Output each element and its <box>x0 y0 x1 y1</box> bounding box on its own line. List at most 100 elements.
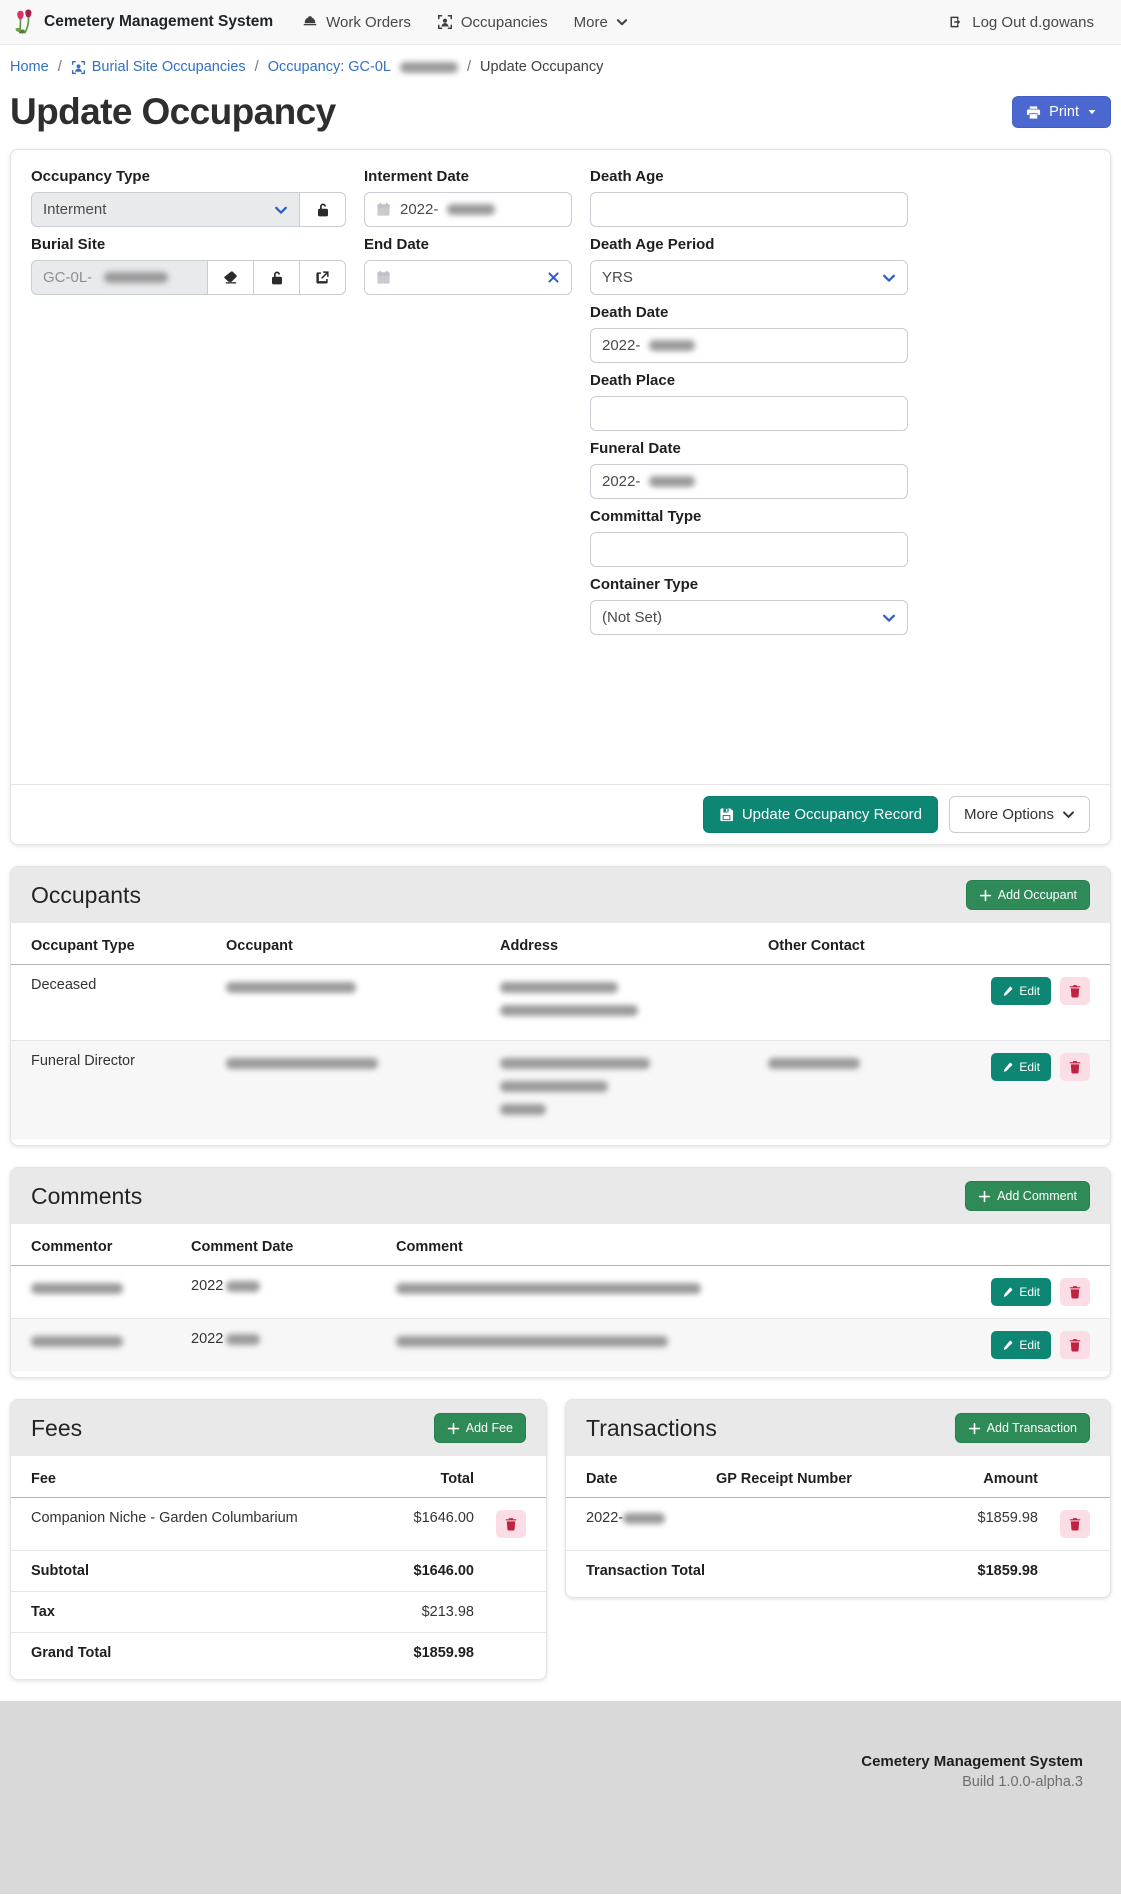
add-comment-button[interactable]: Add Comment <box>965 1181 1090 1211</box>
redacted-text <box>104 272 168 283</box>
commentor-cell <box>11 1266 181 1319</box>
fees-header: Fees Add Fee <box>11 1400 546 1456</box>
redacted-text <box>500 1058 650 1069</box>
burial-site-clear-button[interactable] <box>207 260 254 295</box>
transaction-receipt-cell <box>706 1498 938 1551</box>
trash-icon <box>1068 1285 1082 1299</box>
redacted-text <box>447 204 495 215</box>
add-comment-label: Add Comment <box>997 1189 1077 1203</box>
calendar-icon <box>376 270 391 285</box>
death-age-field: Death Age <box>590 168 908 227</box>
delete-occupant-button[interactable] <box>1060 1053 1090 1081</box>
occupancy-type-unlock-button[interactable] <box>299 192 346 227</box>
add-transaction-button[interactable]: Add Transaction <box>955 1413 1090 1443</box>
comments-card: Comments Add Comment Commentor Comment D… <box>10 1167 1111 1378</box>
add-fee-label: Add Fee <box>466 1421 513 1435</box>
occupants-table: Occupant Type Occupant Address Other Con… <box>11 923 1110 1139</box>
edit-occupant-button[interactable]: Edit <box>991 977 1051 1005</box>
burial-site-label: Burial Site <box>31 236 346 253</box>
clear-x-icon[interactable] <box>547 271 560 284</box>
commentor-cell <box>11 1319 181 1372</box>
column-comment: Comment <box>386 1224 967 1266</box>
death-age-input[interactable] <box>590 192 908 227</box>
container-type-select[interactable]: (Not Set) <box>590 600 908 635</box>
burial-site-input[interactable]: GC-0L- <box>31 260 208 295</box>
logout-icon <box>948 14 964 30</box>
fees-tax-row: Tax $213.98 <box>11 1592 546 1633</box>
delete-occupant-button[interactable] <box>1060 977 1090 1005</box>
trash-icon <box>1068 984 1082 998</box>
plus-icon <box>979 889 992 902</box>
death-place-label: Death Place <box>590 372 908 389</box>
death-place-field: Death Place <box>590 372 908 431</box>
occupancy-form-card: Occupancy Type Interment <box>10 149 1111 845</box>
chevron-down-icon <box>1062 808 1075 821</box>
occupant-row: Deceased Edit <box>11 965 1110 1041</box>
edit-comment-button[interactable]: Edit <box>991 1331 1051 1359</box>
comments-title: Comments <box>31 1183 142 1210</box>
occupants-title: Occupants <box>31 882 141 909</box>
trash-icon <box>504 1517 518 1531</box>
delete-comment-button[interactable] <box>1060 1331 1090 1359</box>
logout-link[interactable]: Log Out d.gowans <box>935 14 1107 31</box>
breadcrumb-burial-site-occupancies[interactable]: Burial Site Occupancies <box>71 59 246 75</box>
plus-icon <box>978 1190 991 1203</box>
fee-total-cell: $1646.00 <box>384 1498 484 1551</box>
burial-site-open-link-button[interactable] <box>299 260 346 295</box>
breadcrumb-home[interactable]: Home <box>10 59 49 75</box>
nav-occupancies[interactable]: Occupancies <box>424 14 561 31</box>
death-age-label: Death Age <box>590 168 908 185</box>
interment-date-label: Interment Date <box>364 168 572 185</box>
death-place-input[interactable] <box>590 396 908 431</box>
delete-transaction-button[interactable] <box>1060 1510 1090 1538</box>
save-icon <box>719 807 734 822</box>
nav-more[interactable]: More <box>561 14 641 31</box>
container-type-field: Container Type (Not Set) <box>590 576 908 635</box>
redacted-text <box>768 1058 860 1069</box>
update-occupancy-record-button[interactable]: Update Occupancy Record <box>703 796 938 833</box>
pencil-icon <box>1002 1062 1013 1073</box>
death-age-period-select[interactable]: YRS <box>590 260 908 295</box>
transactions-table: Date GP Receipt Number Amount 2022- $185… <box>566 1456 1110 1591</box>
occupant-other-contact-cell <box>758 965 968 1041</box>
edit-comment-button[interactable]: Edit <box>991 1278 1051 1306</box>
fees-card: Fees Add Fee Fee Total <box>10 1399 547 1680</box>
add-fee-button[interactable]: Add Fee <box>434 1413 526 1443</box>
end-date-label: End Date <box>364 236 572 253</box>
burial-site-unlock-button[interactable] <box>253 260 300 295</box>
form-footer: Update Occupancy Record More Options <box>11 784 1110 844</box>
redacted-text <box>226 1058 378 1069</box>
print-button[interactable]: Print <box>1012 96 1111 128</box>
delete-fee-button[interactable] <box>496 1510 526 1538</box>
redacted-text <box>396 1336 668 1347</box>
occupants-header-row: Occupant Type Occupant Address Other Con… <box>11 923 1110 965</box>
nav-work-orders[interactable]: Work Orders <box>289 14 424 31</box>
column-total: Total <box>384 1456 484 1498</box>
occupancy-type-field: Occupancy Type Interment <box>31 168 346 227</box>
redacted-text <box>649 476 695 487</box>
breadcrumb-occupancy[interactable]: Occupancy: GC-0L <box>268 59 458 75</box>
occupancy-type-select[interactable]: Interment <box>31 192 300 227</box>
column-address: Address <box>490 923 758 965</box>
column-commentor: Commentor <box>11 1224 181 1266</box>
more-options-button[interactable]: More Options <box>949 796 1090 833</box>
pencil-icon <box>1002 1287 1013 1298</box>
occupant-row: Funeral Director <box>11 1041 1110 1140</box>
add-occupant-button[interactable]: Add Occupant <box>966 880 1090 910</box>
breadcrumb: Home / Burial Site Occupancies / Occupan… <box>0 45 1121 83</box>
end-date-field: End Date <box>364 236 572 295</box>
redacted-text <box>226 1281 260 1292</box>
committal-type-input[interactable] <box>590 532 908 567</box>
printer-icon <box>1026 105 1041 120</box>
column-occupant-type: Occupant Type <box>11 923 216 965</box>
delete-comment-button[interactable] <box>1060 1278 1090 1306</box>
end-date-input[interactable] <box>364 260 572 295</box>
funeral-date-input[interactable]: 2022- <box>590 464 908 499</box>
column-occupant: Occupant <box>216 923 490 965</box>
redacted-text <box>500 1005 638 1016</box>
interment-date-input[interactable]: 2022- <box>364 192 572 227</box>
edit-occupant-button[interactable]: Edit <box>991 1053 1051 1081</box>
death-date-input[interactable]: 2022- <box>590 328 908 363</box>
form-col-1: Occupancy Type Interment <box>31 168 346 304</box>
funeral-date-field: Funeral Date 2022- <box>590 440 908 499</box>
